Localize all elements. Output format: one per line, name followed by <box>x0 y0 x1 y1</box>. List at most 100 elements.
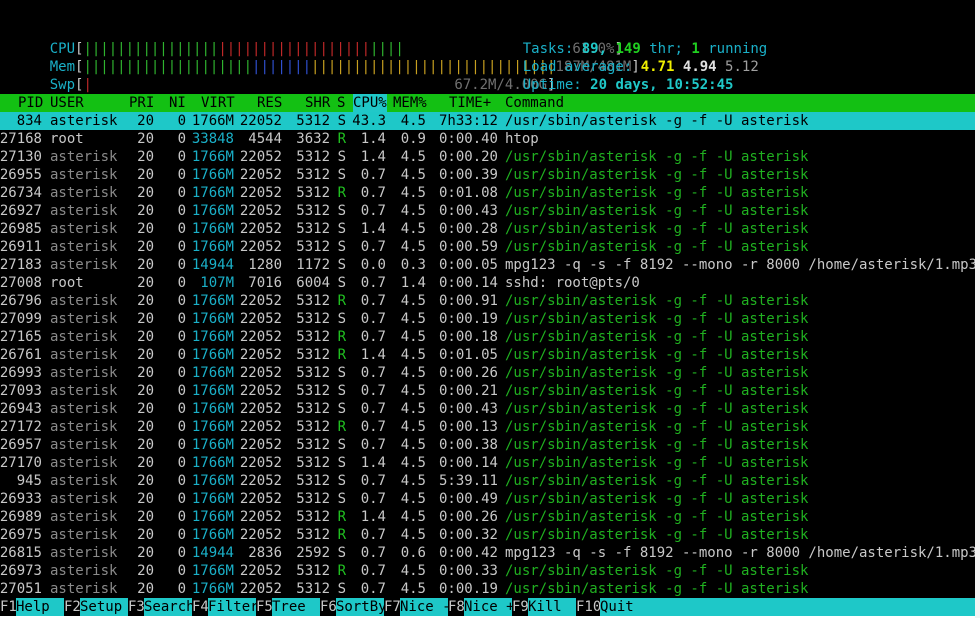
col-shr[interactable]: SHR <box>305 94 330 112</box>
process-row[interactable]: 26985 asterisk 20 0 1766M 22052 5312 S 1.4 4.5 0:0… <box>0 220 975 238</box>
fkey-label-help[interactable]: Help <box>16 598 64 616</box>
process-row[interactable]: 26943 asterisk 20 0 1766M 22052 5312 S 0.7 4.5 0:0… <box>0 400 975 418</box>
time-cell: 0:00.42 <box>438 545 498 561</box>
fkey-label-tree[interactable]: Tree <box>272 598 320 616</box>
col-mem[interactable]: MEM% <box>393 94 427 112</box>
fkey-f2[interactable]: F2 <box>64 598 81 616</box>
process-row[interactable]: 834 asterisk 20 0 1766M 22052 5312 S 43.3 4.5 7h33… <box>0 112 975 130</box>
process-row[interactable]: 27183 asterisk 20 0 14944 1280 1172 S 0.0 0.3 0:00… <box>0 256 975 274</box>
fkey-label-nice[interactable]: Nice - <box>400 598 451 616</box>
col-user[interactable]: USER <box>50 94 84 112</box>
res-cell: 22052 <box>239 185 282 201</box>
pri-cell: 20 <box>137 311 154 327</box>
pid-cell: 834 <box>16 113 42 129</box>
col-state[interactable]: S <box>337 94 345 112</box>
process-row[interactable]: 26927 asterisk 20 0 1766M 22052 5312 S 0.7 4.5 0:0… <box>0 202 975 220</box>
command-cell: /usr/sbin/asterisk -g -f -U asterisk <box>505 329 809 345</box>
fkey-label-setup[interactable]: Setup <box>80 598 128 616</box>
fkey-f1[interactable]: F1 <box>0 598 17 616</box>
load-average: Load average: 4.71 4.94 5.12 <box>489 40 759 75</box>
shr-cell: 5312 <box>296 563 330 579</box>
col-command[interactable]: Command <box>505 94 564 112</box>
process-row[interactable]: 27099 asterisk 20 0 1766M 22052 5312 S 0.7 4.5 0:0… <box>0 310 975 328</box>
pri-cell: 20 <box>137 221 154 237</box>
user-cell: asterisk <box>50 545 118 561</box>
user-cell: asterisk <box>50 167 118 183</box>
state-cell: S <box>337 491 346 507</box>
fkey-label-nice[interactable]: Nice + <box>464 598 515 616</box>
mem-cell: 4.5 <box>400 347 426 363</box>
process-row[interactable]: 27165 asterisk 20 0 1766M 22052 5312 R 0.7 4.5 0:0… <box>0 328 975 346</box>
fkey-label-search[interactable]: Search <box>144 598 195 616</box>
process-row[interactable]: 26911 asterisk 20 0 1766M 22052 5312 S 0.7 4.5 0:0… <box>0 238 975 256</box>
col-ni[interactable]: NI <box>169 94 186 112</box>
user-cell: asterisk <box>50 203 118 219</box>
process-row[interactable]: 26955 asterisk 20 0 1766M 22052 5312 S 0.7 4.5 0:0… <box>0 166 975 184</box>
col-virt[interactable]: VIRT <box>201 94 235 112</box>
process-row[interactable]: 26993 asterisk 20 0 1766M 22052 5312 S 0.7 4.5 0:0… <box>0 364 975 382</box>
ni-cell: 0 <box>177 455 186 471</box>
process-row[interactable]: 27168 root 20 0 33848 4544 3632 R 1.4 0.9 0:00.40 h… <box>0 130 975 148</box>
cpu-cell: 0.0 <box>360 257 386 273</box>
process-row[interactable]: 27130 asterisk 20 0 1766M 22052 5312 S 1.4 4.5 0:0… <box>0 148 975 166</box>
pid-cell: 27170 <box>0 455 42 471</box>
user-cell: asterisk <box>50 221 118 237</box>
process-row[interactable]: 27170 asterisk 20 0 1766M 22052 5312 S 1.4 4.5 0:0… <box>0 454 975 472</box>
res-cell: 22052 <box>239 455 282 471</box>
process-row[interactable]: 26734 asterisk 20 0 1766M 22052 5312 R 0.7 4.5 0:0… <box>0 184 975 202</box>
fkey-f6[interactable]: F6 <box>320 598 337 616</box>
process-row[interactable]: 945 asterisk 20 0 1766M 22052 5312 S 0.7 4.5 5:39.… <box>0 472 975 490</box>
command-cell: /usr/sbin/asterisk -g -f -U asterisk <box>505 527 809 543</box>
cpu-cell: 0.7 <box>360 293 386 309</box>
shr-cell: 6004 <box>296 275 330 291</box>
user-cell: asterisk <box>50 563 118 579</box>
res-cell: 22052 <box>239 563 282 579</box>
process-row[interactable]: 27008 root 20 0 107M 7016 6004 S 0.7 1.4 0:00.14 ss… <box>0 274 975 292</box>
shr-cell: 5312 <box>296 437 330 453</box>
process-row[interactable]: 26761 asterisk 20 0 1766M 22052 5312 R 1.4 4.5 0:0… <box>0 346 975 364</box>
state-cell: S <box>337 239 346 255</box>
col-pri[interactable]: PRI <box>129 94 154 112</box>
pri-cell: 20 <box>137 545 154 561</box>
cpu-cell: 43.3 <box>352 113 386 129</box>
user-cell: asterisk <box>50 491 118 507</box>
fkey-f3[interactable]: F3 <box>128 598 145 616</box>
state-cell: R <box>337 185 346 201</box>
process-row[interactable]: 26796 asterisk 20 0 1766M 22052 5312 R 0.7 4.5 0:0… <box>0 292 975 310</box>
mem-cell: 4.5 <box>400 149 426 165</box>
process-row[interactable]: 26815 asterisk 20 0 14944 2836 2592 S 0.7 0.6 0:00… <box>0 544 975 562</box>
fkey-f7[interactable]: F7 <box>384 598 401 616</box>
col-res[interactable]: RES <box>257 94 282 112</box>
fkey-label-quit[interactable]: Quit <box>600 598 975 616</box>
process-row[interactable]: 27093 asterisk 20 0 1766M 22052 5312 S 0.7 4.5 0:0… <box>0 382 975 400</box>
process-row[interactable]: 26933 asterisk 20 0 1766M 22052 5312 S 0.7 4.5 0:0… <box>0 490 975 508</box>
process-row[interactable]: 27172 asterisk 20 0 1766M 22052 5312 R 0.7 4.5 0:0… <box>0 418 975 436</box>
fkey-f4[interactable]: F4 <box>192 598 209 616</box>
process-row[interactable]: 26957 asterisk 20 0 1766M 22052 5312 S 0.7 4.5 0:0… <box>0 436 975 454</box>
user-cell: asterisk <box>50 293 118 309</box>
ni-cell: 0 <box>177 329 186 345</box>
fkey-f8[interactable]: F8 <box>448 598 465 616</box>
process-row[interactable]: 27051 asterisk 20 0 1766M 22052 5312 S 0.7 4.5 0:0… <box>0 580 975 598</box>
process-row[interactable]: 26989 asterisk 20 0 1766M 22052 5312 R 1.4 4.5 0:0… <box>0 508 975 526</box>
fkey-f5[interactable]: F5 <box>256 598 273 616</box>
col-time[interactable]: TIME+ <box>449 94 491 112</box>
pid-cell: 26975 <box>0 527 42 543</box>
fkey-label-kill[interactable]: Kill <box>528 598 576 616</box>
res-cell: 22052 <box>239 203 282 219</box>
fkey-f10[interactable]: F10 <box>576 598 601 616</box>
time-cell: 0:00.26 <box>438 365 498 381</box>
process-row[interactable]: 26975 asterisk 20 0 1766M 22052 5312 R 0.7 4.5 0:0… <box>0 526 975 544</box>
cpu-cell: 0.7 <box>360 401 386 417</box>
shr-cell: 5312 <box>296 167 330 183</box>
fkey-label-sortby[interactable]: SortBy <box>336 598 387 616</box>
fkey-label-filter[interactable]: Filter <box>208 598 259 616</box>
col-pid[interactable]: PID <box>18 94 43 112</box>
mem-cell: 4.5 <box>400 113 426 129</box>
col-cpu[interactable]: CPU% <box>353 94 387 112</box>
fkey-f9[interactable]: F9 <box>512 598 529 616</box>
process-row[interactable]: 26973 asterisk 20 0 1766M 22052 5312 R 0.7 4.5 0:0… <box>0 562 975 580</box>
cpu-cell: 0.7 <box>360 185 386 201</box>
state-cell: S <box>337 221 346 237</box>
time-cell: 0:00.38 <box>438 437 498 453</box>
